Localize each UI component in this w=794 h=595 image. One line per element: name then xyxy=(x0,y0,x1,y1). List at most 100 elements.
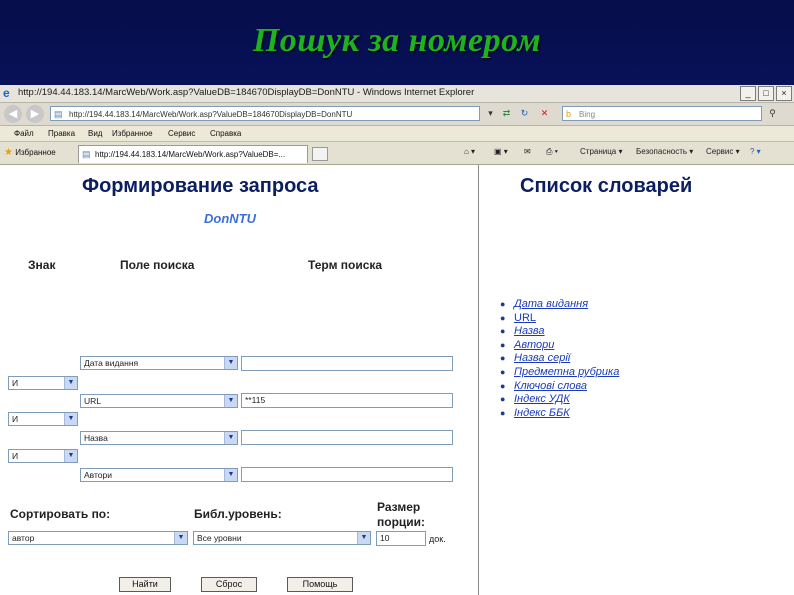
slide-title: Пошук за номером xyxy=(252,22,542,59)
level-select[interactable]: Все уровни ▼ xyxy=(193,531,371,545)
term-input-3[interactable] xyxy=(241,430,453,445)
dictionary-link[interactable]: Ключові слова xyxy=(514,380,587,392)
term-input-2[interactable]: **115 xyxy=(241,393,453,408)
term-column-header: Терм поиска xyxy=(308,258,383,272)
browser-tab[interactable]: ▤ http://194.44.183.14/MarcWeb/Work.asp?… xyxy=(78,145,308,163)
sort-select[interactable]: автор ▼ xyxy=(8,531,188,545)
new-tab-button[interactable] xyxy=(312,147,328,161)
url-dropdown-icon[interactable]: ▾ xyxy=(484,107,497,120)
menu-bar: Файл Правка Вид Избранное Сервис Справка xyxy=(0,126,794,142)
chevron-down-icon: ▼ xyxy=(64,413,77,425)
favorites-label: Избранное xyxy=(15,148,56,157)
list-item: ● Ключові слова xyxy=(500,380,619,394)
compat-view-icon[interactable]: ⇄ xyxy=(500,107,513,120)
chevron-down-icon: ▼ xyxy=(357,532,370,544)
menu-help[interactable]: Справка xyxy=(210,129,241,138)
bullet-icon: ● xyxy=(500,299,506,309)
field-select-1[interactable]: Дата видання ▼ xyxy=(80,356,238,370)
sort-select-value: автор xyxy=(12,533,35,543)
field-select-2-value: URL xyxy=(84,396,102,406)
sign-column-header: Знак xyxy=(28,258,56,272)
favorites-bar: ★ Избранное ▤ http://194.44.183.14/MarcW… xyxy=(0,142,794,165)
chevron-down-icon: ▼ xyxy=(224,395,237,407)
list-item: ● Автори xyxy=(500,339,619,353)
menu-view[interactable]: Вид xyxy=(88,129,102,138)
print-icon[interactable]: ⎙ ▾ xyxy=(546,147,558,157)
stop-icon[interactable]: ✕ xyxy=(538,107,551,120)
field-select-4[interactable]: Автори ▼ xyxy=(80,468,238,482)
favorites-button[interactable]: ★ Избранное xyxy=(4,147,56,158)
portion-label-2: порции: xyxy=(377,515,426,529)
field-select-4-value: Автори xyxy=(84,470,112,480)
home-icon[interactable]: ⌂ ▾ xyxy=(464,147,475,156)
reset-button[interactable]: Сброс xyxy=(201,577,257,592)
level-select-value: Все уровни xyxy=(197,533,242,543)
browser-window: e http://194.44.183.14/MarcWeb/Work.asp?… xyxy=(0,85,794,595)
help-button[interactable]: Помощь xyxy=(287,577,353,592)
back-icon[interactable]: ◀ xyxy=(4,105,22,123)
tab-page-icon: ▤ xyxy=(82,149,91,159)
page-menu[interactable]: Страница ▾ xyxy=(580,147,623,156)
dictionary-link[interactable]: URL xyxy=(514,312,536,324)
bullet-icon: ● xyxy=(500,339,506,350)
dictionary-link[interactable]: Назва серії xyxy=(514,352,570,364)
dictionary-link[interactable]: Індекс УДК xyxy=(514,393,570,405)
tools-menu-label: Сервис xyxy=(706,147,734,156)
dictionary-link[interactable]: Дата видання xyxy=(514,298,588,310)
dictionary-link[interactable]: Індекс ББК xyxy=(514,407,570,419)
database-name: DonNTU xyxy=(204,211,256,226)
search-icon[interactable]: ⚲ xyxy=(766,107,779,120)
dictionaries-heading: Список словарей xyxy=(520,175,693,197)
list-item: ● Назва серії xyxy=(500,352,619,366)
menu-favorites[interactable]: Избранное xyxy=(112,129,153,138)
chevron-down-icon: ▼ xyxy=(64,377,77,389)
column-divider xyxy=(478,165,479,595)
sign-select-4[interactable]: И ▼ xyxy=(8,449,78,463)
sign-select-2[interactable]: И ▼ xyxy=(8,376,78,390)
maximize-button[interactable]: □ xyxy=(758,86,774,101)
sort-label: Сортировать по: xyxy=(10,507,111,521)
url-text: http://194.44.183.14/MarcWeb/Work.asp?Va… xyxy=(69,110,353,119)
menu-edit[interactable]: Правка xyxy=(48,129,75,138)
title-bar: e http://194.44.183.14/MarcWeb/Work.asp?… xyxy=(0,85,794,103)
safety-menu[interactable]: Безопасность ▾ xyxy=(636,147,693,156)
bullet-icon: ● xyxy=(500,380,506,391)
forward-icon[interactable]: ▶ xyxy=(26,105,44,123)
menu-file[interactable]: Файл xyxy=(14,129,34,138)
portion-size-input[interactable]: 10 xyxy=(376,531,426,546)
bullet-icon: ● xyxy=(500,407,506,418)
field-select-3-value: Назва xyxy=(84,433,108,443)
dictionary-link[interactable]: Назва xyxy=(514,325,545,337)
page-menu-label: Страница xyxy=(580,147,617,156)
term-input-1[interactable] xyxy=(241,356,453,371)
refresh-icon[interactable]: ↻ xyxy=(518,107,531,120)
mail-icon[interactable]: ✉ xyxy=(524,147,531,156)
field-select-2[interactable]: URL ▼ xyxy=(80,394,238,408)
feeds-icon[interactable]: ▣ ▾ xyxy=(494,147,508,156)
search-input[interactable]: b Bing xyxy=(562,106,762,121)
url-input[interactable]: ▤ http://194.44.183.14/MarcWeb/Work.asp?… xyxy=(50,106,480,121)
list-item: ● Індекс ББК xyxy=(500,407,619,421)
dictionary-link[interactable]: Автори xyxy=(514,339,554,351)
list-item: ● URL xyxy=(500,312,619,326)
search-placeholder: Bing xyxy=(579,110,596,119)
field-select-3[interactable]: Назва ▼ xyxy=(80,431,238,445)
term-input-4[interactable] xyxy=(241,467,453,482)
list-item: ● Дата видання xyxy=(500,298,619,312)
chevron-down-icon: ▼ xyxy=(64,450,77,462)
help-icon[interactable]: ? ▾ xyxy=(750,147,761,156)
list-item: ● Предметна рубрика xyxy=(500,366,619,380)
dictionary-link[interactable]: Предметна рубрика xyxy=(514,366,619,378)
menu-tools[interactable]: Сервис xyxy=(168,129,195,138)
address-bar: ◀ ▶ ▤ http://194.44.183.14/MarcWeb/Work.… xyxy=(0,103,794,126)
close-button[interactable]: × xyxy=(776,86,792,101)
sign-select-3[interactable]: И ▼ xyxy=(8,412,78,426)
bing-icon: b xyxy=(566,109,572,119)
tools-menu[interactable]: Сервис ▾ xyxy=(706,147,740,156)
portion-label-1: Размер xyxy=(377,500,421,514)
minimize-button[interactable]: _ xyxy=(740,86,756,101)
tab-title: http://194.44.183.14/MarcWeb/Work.asp?Va… xyxy=(95,150,286,159)
dictionaries-list: ● Дата видання ● URL ● Назва ● Автори ● Назва… xyxy=(500,298,619,420)
find-button[interactable]: Найти xyxy=(119,577,171,592)
chevron-down-icon: ▼ xyxy=(174,532,187,544)
